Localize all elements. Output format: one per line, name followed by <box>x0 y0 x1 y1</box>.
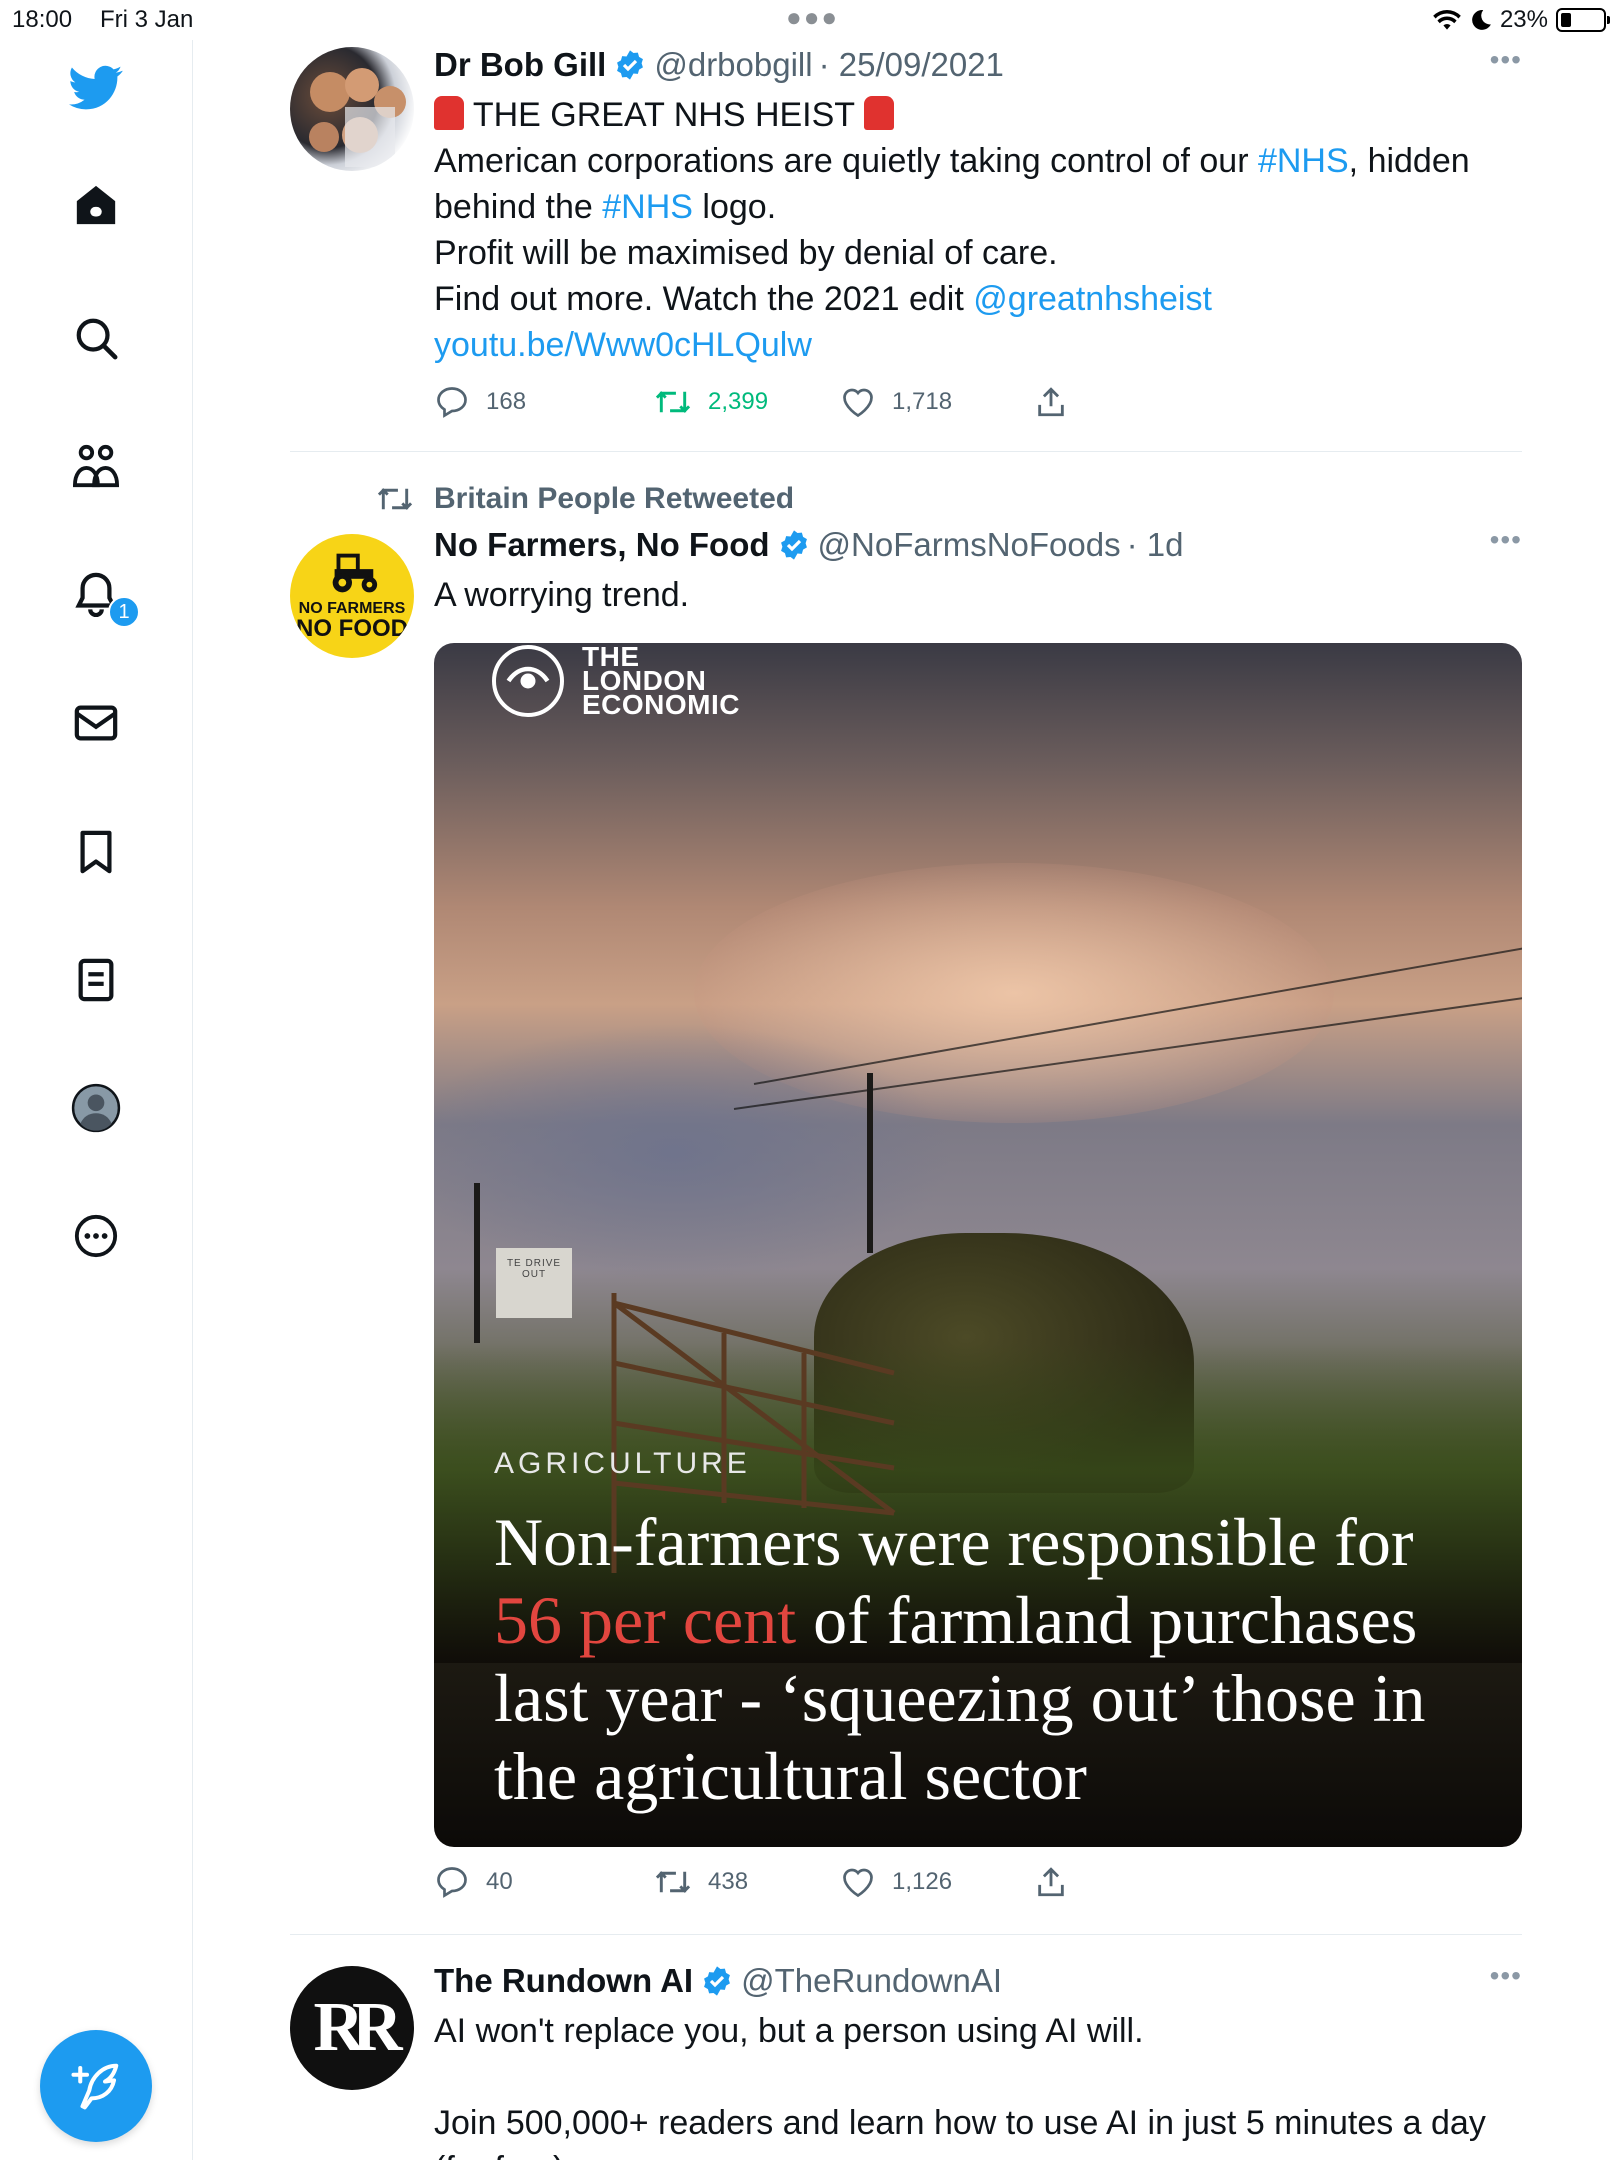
media-category: AGRICULTURE <box>494 1447 751 1480</box>
retweeted-by-label[interactable]: Britain People Retweeted <box>376 482 794 516</box>
retweet-button[interactable]: 2,399 <box>654 384 854 420</box>
retweet-button[interactable]: 438 <box>654 1864 854 1900</box>
tweet-body: No Farmers, No Food @NoFarmsNoFoods · 1d… <box>434 524 1522 618</box>
tweet-header: No Farmers, No Food @NoFarmsNoFoods · 1d <box>434 524 1522 566</box>
image-gate-sign: TE DRIVE OUT <box>496 1248 572 1318</box>
image-telegraph-pole <box>867 1073 873 1253</box>
reply-button[interactable]: 40 <box>434 1864 634 1900</box>
verified-badge-icon <box>617 50 644 80</box>
battery-percent: 23% <box>1499 6 1548 33</box>
author-name[interactable]: Dr Bob Gill <box>434 44 606 86</box>
tweet-date[interactable]: · 1d <box>1127 524 1184 566</box>
verified-badge-icon <box>780 530 807 560</box>
mention-link[interactable]: @greatnhsheist <box>973 280 1212 318</box>
siren-emoji-icon <box>434 96 464 130</box>
reply-icon <box>437 1867 467 1898</box>
heart-icon <box>843 388 873 418</box>
more-options-icon[interactable]: ••• <box>1490 44 1522 76</box>
retweet-icon <box>655 391 691 413</box>
tweet-text: A worrying trend. <box>434 576 690 614</box>
tweet-author-avatar[interactable] <box>290 47 414 171</box>
media-headline: Non-farmers were responsible for 56 per … <box>494 1504 1426 1814</box>
tweet-divider <box>290 451 1522 452</box>
hashtag-link[interactable]: #NHS <box>1258 142 1349 180</box>
tweet-divider <box>290 1934 1522 1935</box>
moon-icon <box>1472 10 1491 30</box>
tweet-author-avatar[interactable]: RR <box>290 1966 414 2090</box>
tweet-header: Dr Bob Gill @drbobgill · 25/09/2021 <box>434 44 1522 86</box>
tweet-header: The Rundown AI @TheRundownAI <box>434 1960 1522 2002</box>
like-button[interactable]: 1,718 <box>840 384 1040 420</box>
status-right: 23% <box>1432 6 1610 34</box>
london-economic-logo: THE LONDON ECONOMIC <box>492 643 740 720</box>
heart-icon <box>843 1868 873 1898</box>
share-icon <box>1038 1867 1064 1897</box>
retweet-icon <box>377 488 413 510</box>
avatar-text-line2: NO FOOD <box>296 615 408 642</box>
compose-feather-icon <box>71 2063 119 2110</box>
tweet-line: Profit will be maximised by denial of ca… <box>434 234 1058 272</box>
like-button[interactable]: 1,126 <box>840 1864 1040 1900</box>
eye-logo-icon <box>492 645 564 717</box>
tweet-line: American corporations are quietly taking… <box>434 142 1470 180</box>
author-handle[interactable]: @drbobgill <box>654 44 812 86</box>
tweet-line: THE GREAT NHS HEIST <box>434 92 1522 138</box>
tweet-line: Find out more. Watch the 2021 edit @grea… <box>434 280 1212 318</box>
reply-button[interactable]: 168 <box>434 384 634 420</box>
notification-badge: 1 <box>108 596 140 628</box>
author-handle[interactable]: @NoFarmsNoFoods <box>818 524 1121 566</box>
messages-envelope-icon[interactable] <box>68 695 124 751</box>
home-icon[interactable] <box>68 177 124 233</box>
share-icon <box>1038 387 1064 417</box>
tweet-body: The Rundown AI @TheRundownAI ••• AI won'… <box>434 1960 1522 2160</box>
headline-highlight: 56 per cent <box>494 1582 797 1658</box>
tweet-line: AI won't replace you, but a person using… <box>434 2012 1144 2050</box>
share-button[interactable] <box>1034 384 1094 420</box>
tweet-author-avatar[interactable]: NO FARMERS NO FOOD <box>290 534 414 658</box>
communities-icon[interactable] <box>68 438 124 494</box>
tractor-icon <box>332 553 378 593</box>
more-options-icon[interactable]: ••• <box>1490 524 1522 556</box>
tweet-text: AI won't replace you, but a person using… <box>434 2008 1522 2160</box>
battery-icon <box>1556 8 1610 32</box>
share-button[interactable] <box>1034 1864 1094 1900</box>
author-name[interactable]: The Rundown AI <box>434 1960 693 2002</box>
url-link[interactable]: youtu.be/Www0cHLQulw <box>434 322 1522 368</box>
reply-icon <box>437 387 467 418</box>
wifi-icon <box>1433 9 1461 30</box>
more-options-icon[interactable]: ••• <box>1490 1960 1522 1992</box>
twitter-bird-icon[interactable] <box>68 60 124 116</box>
status-time: 18:00 <box>12 6 73 33</box>
status-bar: 18:00 Fri 3 Jan ●●● 23% <box>0 0 1620 40</box>
status-date: Fri 3 Jan <box>100 6 194 33</box>
more-circle-icon[interactable] <box>68 1208 124 1264</box>
compose-tweet-button[interactable] <box>40 2030 152 2142</box>
siren-emoji-icon <box>863 96 894 130</box>
logo-wordmark: THE LONDON ECONOMIC <box>582 643 740 720</box>
bookmark-icon[interactable] <box>68 824 124 880</box>
sidebar: 1 <box>0 40 193 2160</box>
multitasking-dots-icon[interactable]: ●●● <box>786 2 839 33</box>
retweet-icon <box>655 1871 691 1893</box>
image-telegraph-pole <box>474 1183 480 1343</box>
tweet-line: (for free). <box>434 2146 1522 2160</box>
tweet-body: Dr Bob Gill @drbobgill · 25/09/2021 ••• … <box>434 44 1522 368</box>
lists-icon[interactable] <box>68 952 124 1008</box>
tweet-media-image[interactable]: TE DRIVE OUT THE LONDON ECONOMIC AGRICUL… <box>434 643 1522 1847</box>
tweet-actions: 40 438 1,126 <box>434 1864 1094 1900</box>
verified-badge-icon <box>704 1966 731 1996</box>
author-name[interactable]: No Farmers, No Food <box>434 524 770 566</box>
tweet-line: Join 500,000+ readers and learn how to u… <box>434 2104 1486 2142</box>
profile-avatar-icon[interactable] <box>68 1080 124 1136</box>
tweet-text: THE GREAT NHS HEIST American corporation… <box>434 92 1522 368</box>
tweet-line: behind the #NHS logo. <box>434 188 777 226</box>
tweet-actions: 168 2,399 1,718 <box>434 384 1094 420</box>
author-handle[interactable]: @TheRundownAI <box>741 1960 1002 2002</box>
tweet-date[interactable]: · 25/09/2021 <box>819 44 1004 86</box>
hashtag-link[interactable]: #NHS <box>602 188 693 226</box>
search-icon[interactable] <box>68 310 124 366</box>
